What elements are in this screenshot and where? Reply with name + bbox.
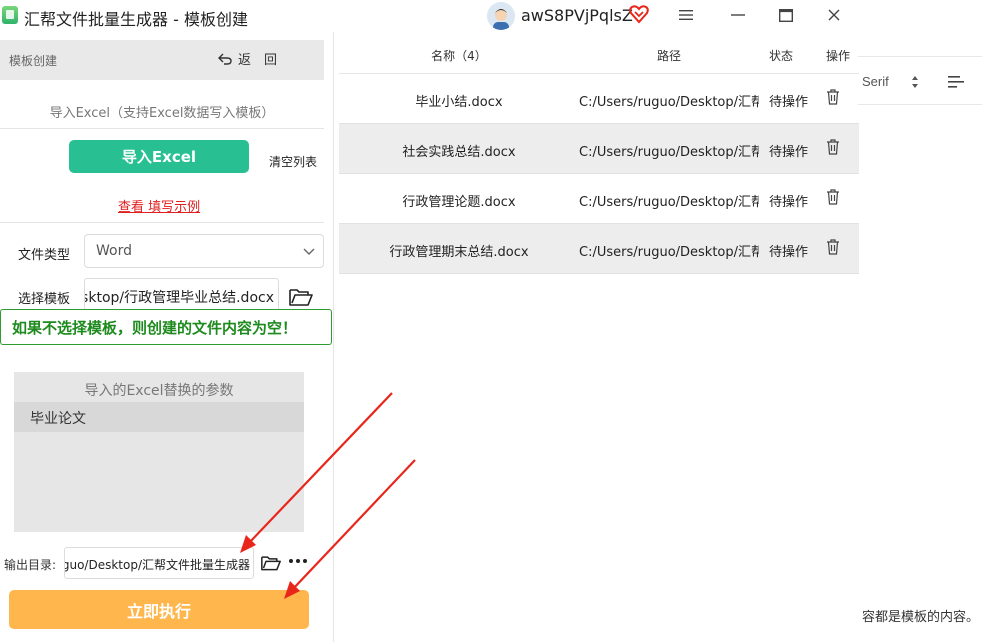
divider [0,128,324,129]
table-header: 名称（4） 路径 状态 操作 [339,36,859,74]
avatar-icon [487,2,515,30]
template-browse-button[interactable] [289,287,313,307]
app-icon [2,6,18,24]
back-button[interactable]: 返 回 [218,49,277,68]
trash-icon [827,139,839,155]
maximize-icon [779,8,793,22]
delete-button[interactable] [826,89,850,109]
import-excel-button[interactable]: 导入Excel [69,140,249,173]
status-badge: 待操作 [769,195,809,210]
panel-header: 模板创建 返 回 [0,40,324,80]
table-row[interactable]: 行政管理期末总结.docx C:/Users/ruguo/Desktop/汇帮文… [339,224,859,274]
table-row[interactable]: 行政管理论题.docx C:/Users/ruguo/Desktop/汇帮文 待… [339,174,859,224]
title-bar: 汇帮文件批量生成器 - 模板创建 awS8PVjPqlsZ [0,0,858,32]
status-badge: 待操作 [769,145,809,160]
file-name: 毕业小结.docx [415,95,503,110]
column-header-op: 操作 [826,49,851,63]
list-item[interactable]: 毕业论文 [14,402,304,432]
file-name: 行政管理论题.docx [402,195,516,210]
view-example-link[interactable]: 查看 填写示例 [118,196,200,215]
window-title: 汇帮文件批量生成器 - 模板创建 [24,10,248,29]
background-document-text: 容都是模板的内容。 [862,610,980,625]
minimize-button[interactable] [716,0,760,30]
file-path: C:/Users/ruguo/Desktop/汇帮文 [579,195,759,210]
excel-params-title: 导入的Excel替换的参数 [84,383,234,399]
table-row[interactable]: 社会实践总结.docx C:/Users/ruguo/Desktop/汇帮文 待… [339,124,859,174]
more-icon [289,559,307,563]
user-name[interactable]: awS8PVjPqlsZ [521,6,633,25]
trash-icon [827,89,839,105]
import-hint: 导入Excel（支持Excel数据写入模板） [49,106,275,121]
column-header-path: 路径 [657,49,682,63]
trash-icon [827,189,839,205]
sort-arrows-icon [912,76,918,88]
folder-icon [289,289,313,306]
file-path: C:/Users/ruguo/Desktop/汇帮文 [579,95,759,110]
template-label: 选择模板 [18,292,71,307]
excel-params-box: 导入的Excel替换的参数 毕业论文 [14,372,304,532]
delete-button[interactable] [826,139,850,159]
output-dir-value: guo/Desktop/汇帮文件批量生成器 [64,558,250,572]
table-row[interactable]: 毕业小结.docx C:/Users/ruguo/Desktop/汇帮文 待操作 [339,74,859,124]
param-item-label: 毕业论文 [30,411,86,427]
file-name: 社会实践总结.docx [402,145,516,160]
output-dir-label: 输出目录: [4,558,57,572]
file-list-table: 名称（4） 路径 状态 操作 毕业小结.docx C:/Users/ruguo/… [339,36,859,274]
trash-icon [827,239,839,255]
file-name: 行政管理期末总结.docx [389,245,529,260]
background-divider [858,56,982,57]
background-font-name: Serif [862,74,889,89]
close-button[interactable] [812,0,856,30]
vip-heart-icon[interactable] [628,3,650,25]
close-icon [828,9,840,21]
status-badge: 待操作 [769,95,809,110]
output-dir-input[interactable]: guo/Desktop/汇帮文件批量生成器 [64,547,254,579]
background-divider [858,104,982,105]
back-button-label: 返 回 [238,53,278,68]
file-type-label: 文件类型 [18,248,71,263]
menu-icon [679,10,693,20]
run-now-button[interactable]: 立即执行 [9,590,309,629]
file-path: C:/Users/ruguo/Desktop/汇帮文 [579,245,759,260]
empty-template-warning: 如果不选择模板，则创建的文件内容为空！ [0,309,332,345]
avatar[interactable] [487,2,515,30]
column-header-name: 名称（4） [431,49,487,63]
status-badge: 待操作 [769,245,809,260]
file-type-select[interactable]: Word [84,234,324,268]
panel-header-title: 模板创建 [9,54,58,68]
menu-button[interactable] [664,0,708,30]
clear-list-button[interactable]: 清空列表 [269,153,317,170]
file-type-value: Word [96,243,132,259]
folder-icon [261,556,281,571]
file-path: C:/Users/ruguo/Desktop/汇帮文 [579,145,759,160]
delete-button[interactable] [826,189,850,209]
output-browse-button[interactable] [261,554,281,572]
minimize-icon [731,14,745,16]
maximize-button[interactable] [764,0,808,30]
divider [0,222,324,223]
align-left-icon [948,76,964,88]
template-create-panel: 模板创建 返 回 导入Excel（支持Excel数据写入模板） 导入Excel … [0,32,334,642]
chevron-down-icon [303,248,315,255]
column-header-status: 状态 [769,49,794,63]
back-icon [218,53,232,65]
more-options-button[interactable] [288,552,310,570]
template-path-value: sktop/行政管理毕业总结.docx [84,290,274,306]
delete-button[interactable] [826,239,850,259]
template-path-input[interactable]: sktop/行政管理毕业总结.docx [84,278,279,312]
